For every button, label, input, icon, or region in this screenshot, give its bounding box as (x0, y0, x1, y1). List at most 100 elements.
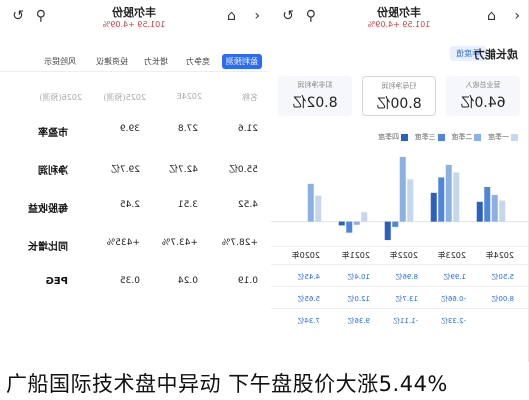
table-header: 2024年 (485, 251, 514, 260)
bar-2021年-三季度[interactable] (438, 177, 445, 222)
table-cell: -2.33亿 (440, 317, 466, 325)
bar-2020年-三季度[interactable] (484, 186, 491, 222)
table-header: 2021年 (341, 251, 370, 260)
bar-2022年-二季度[interactable] (399, 156, 406, 222)
tab-bar: 盈利预测 竞争力 增长力 投资建议 风险提示 (0, 52, 268, 72)
forecast-row-net-profit: 55.0亿 42.7亿 29.7亿 净利润 (0, 162, 268, 182)
row-label: PEG (45, 276, 68, 287)
bar-2021年-二季度[interactable] (445, 164, 452, 222)
legend-swatch (437, 133, 445, 141)
table-cell: 4.45亿 (297, 273, 320, 281)
metric-value: 64.0亿 (460, 95, 506, 111)
search-icon[interactable]: ⚲ (36, 8, 46, 24)
table-cell: 7.34亿 (297, 317, 320, 325)
quarterly-profit-chart (271, 156, 528, 241)
tab-competitiveness[interactable]: 竞争力 (182, 54, 214, 69)
metric-label: 营业总收入 (465, 81, 501, 89)
refresh-icon[interactable]: ↻ (282, 8, 294, 24)
cell-value: 0.19 (237, 276, 258, 286)
growth-ability-panel: ‹ ⌂ 丰尔股份 101.59 +4.09% ⚲ ↻ 季度值 成长能力 营业总收… (271, 0, 529, 362)
forecast-row-pe: 21.6 27.8 39.9 市盈率 (0, 124, 268, 144)
tab-earnings-forecast[interactable]: 盈利预测 (222, 54, 262, 69)
cell-value: 0.35 (119, 276, 140, 286)
metric-label: 扣非净利润 (297, 81, 333, 89)
cell-value: +43.7% (161, 238, 198, 248)
row-label: 净利润 (38, 166, 68, 177)
bar-2024年-一季度[interactable] (315, 195, 322, 222)
column-header-2026: 2026(预测) (39, 93, 82, 102)
cell-value: 0.24 (177, 276, 198, 286)
bar-2020年-二季度[interactable] (491, 194, 498, 222)
legend-label: 四季度 (377, 133, 399, 141)
cell-value: +28.7% (221, 238, 258, 248)
search-icon[interactable]: ⚲ (306, 8, 316, 24)
left-header: ‹ ⌂ 丰尔股份 101.59 +4.09% ⚲ ↻ (0, 0, 268, 40)
metric-label: 归母净利润 (381, 82, 417, 90)
legend-swatch (400, 133, 408, 141)
bar-2021年-四季度[interactable] (430, 192, 437, 222)
refresh-icon[interactable]: ↻ (12, 8, 24, 24)
legend-q2: 二季度 (451, 133, 482, 141)
metric-value: 8.02亿 (292, 95, 338, 111)
column-header-2025: 2025(预测) (103, 93, 146, 102)
table-cell: 13.7亿 (395, 295, 418, 303)
table-cell: 5.65亿 (297, 295, 320, 303)
bar-2020年-一季度[interactable] (499, 200, 506, 222)
chart-legend: 一季度 二季度 三季度 四季度 (378, 132, 518, 142)
cell-value: 39.9 (119, 124, 140, 134)
section-title: 成长能力 (474, 48, 518, 61)
legend-label: 一季度 (488, 133, 509, 141)
cell-value: +435% (106, 238, 140, 248)
table-cell: 5.50亿 (491, 273, 514, 281)
row-label: 每股收益 (28, 204, 68, 215)
metric-value: 8.00亿 (376, 96, 422, 112)
forecast-row-yoy-growth: +28.7% +43.7% +435% 同比增长 (0, 238, 268, 258)
row-label: 市盈率 (38, 128, 68, 139)
column-header-2024: 2024E (176, 92, 202, 101)
bar-2023年-三季度[interactable] (346, 221, 353, 233)
table-cell: -0.66亿 (440, 295, 466, 303)
forecast-row-eps: 4.52 3.51 2.45 每股收益 (0, 200, 268, 220)
cell-value: 3.51 (177, 200, 198, 210)
cell-value: 29.7亿 (110, 165, 140, 175)
growth-card: 季度值 成长能力 营业总收入 64.0亿 归母净利润 8.00亿 扣非净利润 8… (271, 38, 528, 362)
bar-2024年-二季度[interactable] (307, 183, 314, 222)
legend-q1: 一季度 (488, 133, 518, 141)
bar-2023年-一季度[interactable] (361, 212, 368, 222)
tab-investment-advice[interactable]: 投资建议 (92, 54, 132, 69)
bar-2022年-四季度[interactable] (384, 221, 391, 241)
bar-2022年-三季度[interactable] (392, 221, 399, 227)
metric-revenue[interactable]: 营业总收入 64.0亿 (446, 76, 520, 116)
bar-2020年-四季度[interactable] (476, 201, 483, 222)
bar-2021年-一季度[interactable] (453, 172, 460, 222)
bar-2023年-二季度[interactable] (353, 221, 360, 225)
cell-value: 42.7亿 (168, 165, 198, 175)
bar-2023年-四季度[interactable] (338, 221, 345, 226)
metric-net-profit[interactable]: 归母净利润 8.00亿 (362, 76, 436, 116)
cell-value: 55.0亿 (228, 165, 258, 175)
table-cell: 9.36亿 (347, 317, 370, 325)
legend-swatch (511, 133, 518, 141)
forecast-row-peg: 0.19 0.24 0.35 PEG (0, 276, 268, 296)
table-header: 2020年 (291, 251, 320, 260)
tab-growth[interactable]: 增长力 (140, 54, 172, 69)
table-cell: 8.96亿 (395, 273, 418, 281)
table-cell: -1.11亿 (392, 317, 418, 325)
right-header: ‹ ⌂ 丰尔股份 101.59 +4.09% ⚲ ↻ (271, 0, 528, 38)
legend-swatch (474, 133, 482, 141)
table-header: 2022年 (389, 251, 418, 260)
cell-value: 21.6 (237, 124, 258, 134)
table-header: 2023年 (437, 251, 466, 260)
earnings-forecast-panel: ‹ ⌂ 丰尔股份 101.59 +4.09% ⚲ ↻ 盈利预测 竞争力 增长力 … (0, 0, 268, 362)
cell-value: 2.45 (119, 200, 140, 210)
column-header-name: 名称 (242, 93, 258, 102)
table-cell: 1.99亿 (443, 273, 466, 281)
news-headline: 广船国际技术盘中异动 下午盘股价大涨5.44% (6, 372, 448, 396)
bar-2022年-一季度[interactable] (407, 179, 414, 222)
legend-label: 二季度 (451, 133, 473, 141)
legend-label: 三季度 (414, 133, 436, 141)
table-cell: 8.00亿 (491, 295, 514, 303)
tab-risk-warning[interactable]: 风险提示 (40, 54, 80, 69)
table-cell: 12.0亿 (347, 295, 370, 303)
metric-deducted-profit[interactable]: 扣非净利润 8.02亿 (278, 76, 352, 116)
